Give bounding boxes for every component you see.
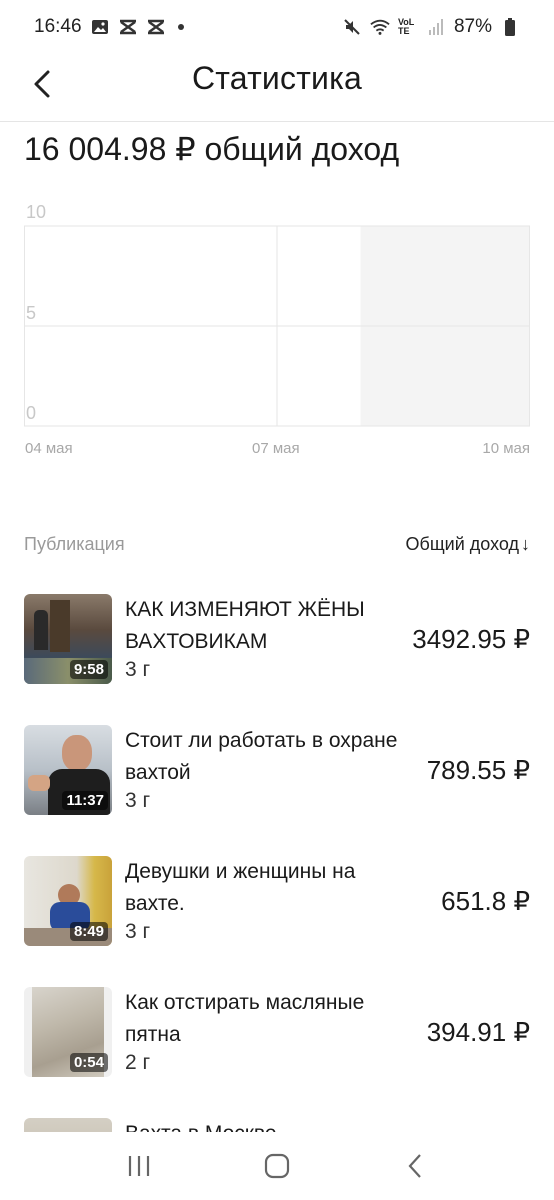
publication-list: 9:58 КАК ИЗМЕНЯЮТ ЖЁНЫ ВАХТОВИКАМ 3 г 34… xyxy=(24,594,530,1132)
list-item[interactable]: 9:58 КАК ИЗМЕНЯЮТ ЖЁНЫ ВАХТОВИКАМ 3 г 34… xyxy=(24,594,530,686)
video-thumbnail: 9:58 xyxy=(24,594,112,684)
sort-arrow-icon: ↓ xyxy=(521,534,530,554)
video-duration: 11:37 xyxy=(62,791,108,810)
recent-apps-icon xyxy=(128,1156,150,1176)
battery-level: 87% xyxy=(453,16,492,37)
capcut-icon-2 xyxy=(146,17,166,37)
status-time: 16:46 xyxy=(34,16,82,37)
video-duration: 9:58 xyxy=(69,660,108,679)
publication-title: Как отстирать масляные пятна xyxy=(125,991,365,1046)
system-nav-bar xyxy=(0,1132,554,1200)
video-thumbnail xyxy=(24,1118,112,1132)
app-header: Статистика xyxy=(0,54,554,122)
recent-apps-button[interactable] xyxy=(119,1146,159,1186)
volte-label: VoLTE xyxy=(397,17,415,36)
chart-canvas xyxy=(24,225,530,427)
publication-income: 394.91 ₽ xyxy=(426,1017,530,1047)
gallery-icon xyxy=(90,17,110,37)
status-right: VoLTE 87% xyxy=(342,16,520,38)
y-tick-label: 10 xyxy=(26,202,47,222)
video-duration: 8:49 xyxy=(69,922,108,941)
video-thumbnail: 11:37 xyxy=(24,725,112,815)
list-item[interactable]: 0:54 Как отстирать масляные пятна 2 г 39… xyxy=(24,987,530,1079)
notification-dot-icon xyxy=(177,24,184,30)
home-button[interactable] xyxy=(257,1146,297,1186)
column-publication: Публикация xyxy=(24,534,125,554)
mute-icon xyxy=(342,17,362,37)
battery-icon xyxy=(500,17,520,37)
back-nav-icon xyxy=(408,1154,421,1178)
x-tick-label: 10 мая xyxy=(482,440,530,457)
income-chart: 10 5 0 04 мая 07 мая 10 мая xyxy=(24,200,530,470)
publication-income: 789.55 ₽ xyxy=(426,755,530,785)
publication-title: Девушки и женщины на вахте. xyxy=(125,860,356,915)
video-duration: 0:54 xyxy=(69,1053,108,1072)
page-title: Статистика xyxy=(191,60,363,96)
sort-by-income-button[interactable]: Общий доход ↓ xyxy=(406,534,530,555)
video-thumbnail: 8:49 xyxy=(24,856,112,946)
publication-title: КАК ИЗМЕНЯЮТ ЖЁНЫ ВАХТОВИКАМ xyxy=(125,598,365,653)
publication-income: 651.8 ₽ xyxy=(441,886,530,916)
capcut-icon xyxy=(118,17,138,37)
video-thumbnail: 0:54 xyxy=(24,987,112,1077)
list-item[interactable]: Вахта в Москве xyxy=(24,1118,530,1132)
signal-icon xyxy=(426,17,446,37)
table-header: Публикация Общий доход ↓ xyxy=(24,534,530,555)
publication-title: Вахта в Москве xyxy=(125,1118,401,1132)
wifi-icon xyxy=(370,17,390,37)
list-item[interactable]: 11:37 Стоит ли работать в охране вахтой … xyxy=(24,725,530,817)
x-tick-label: 07 мая xyxy=(252,440,300,457)
x-tick-label: 04 мая xyxy=(25,440,73,457)
status-bar: 16:46 VoLTE 87% xyxy=(0,0,554,54)
column-income-label: Общий доход xyxy=(405,534,519,554)
publication-income: 3492.95 ₽ xyxy=(412,624,530,654)
y-tick-label: 0 xyxy=(26,403,37,423)
publication-title: Стоит ли работать в охране вахтой xyxy=(125,729,398,784)
publication-age: 3 г xyxy=(125,658,151,681)
publication-age: 3 г xyxy=(125,789,151,812)
y-tick-label: 5 xyxy=(26,303,37,323)
total-income: 16 004.98 ₽ общий доход xyxy=(24,131,400,167)
list-item[interactable]: 8:49 Девушки и женщины на вахте. 3 г 651… xyxy=(24,856,530,948)
status-left: 16:46 xyxy=(34,16,184,38)
publication-age: 3 г xyxy=(125,920,151,943)
back-nav-button[interactable] xyxy=(395,1146,435,1186)
home-icon xyxy=(264,1153,290,1179)
publication-age: 2 г xyxy=(125,1051,151,1074)
